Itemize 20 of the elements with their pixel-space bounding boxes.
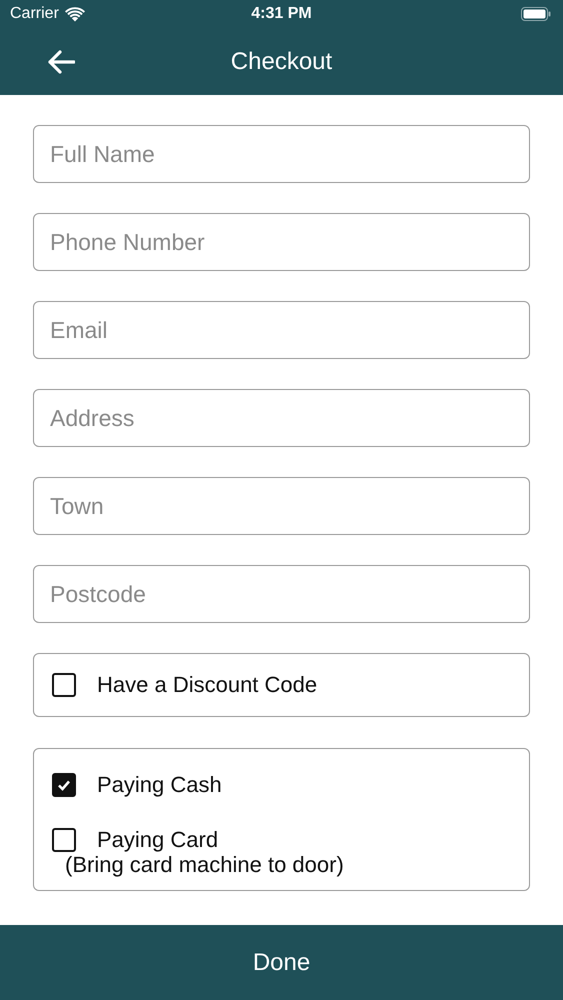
checkbox-label: Paying Cash (97, 772, 222, 798)
input-field[interactable]: Email (33, 301, 530, 359)
checkbox[interactable] (52, 828, 76, 852)
carrier-name: Carrier (10, 5, 59, 23)
checkbox-label: Paying Card (97, 827, 218, 853)
wifi-icon (64, 6, 85, 22)
input-field[interactable]: Phone Number (33, 213, 530, 271)
status-time: 4:31 PM (251, 5, 312, 23)
input-field[interactable]: Full Name (33, 125, 530, 183)
checkbox[interactable] (52, 673, 76, 697)
done-button[interactable]: Done (0, 925, 563, 1000)
input-field[interactable]: Town (33, 477, 530, 535)
checkbox-label: Have a Discount Code (97, 672, 318, 698)
input-field[interactable]: Address (33, 389, 530, 447)
screen-title: Checkout (230, 48, 332, 76)
back-arrow-icon (47, 50, 75, 74)
input-field[interactable]: Postcode (33, 565, 530, 623)
payment-note: (Bring card machine to door) (65, 852, 345, 878)
battery-icon (521, 7, 551, 21)
checkbox[interactable] (52, 773, 76, 797)
